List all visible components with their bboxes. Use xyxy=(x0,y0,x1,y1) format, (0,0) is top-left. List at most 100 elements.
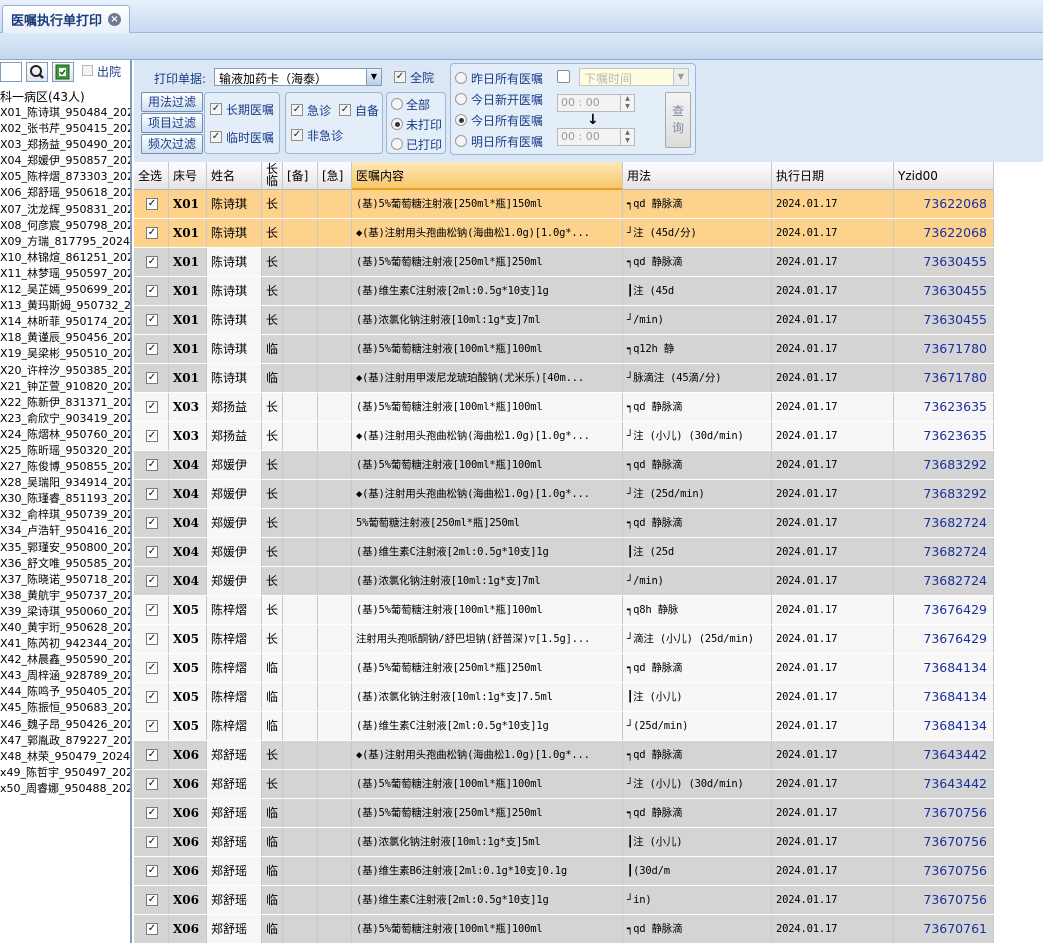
table-row[interactable]: ✓ X01 陈诗琪临 (基)5%葡萄糖注射液[100ml*瓶]100ml ┑q12h 静… xyxy=(134,335,994,364)
search-input[interactable] xyxy=(0,62,22,82)
start-time-spinner[interactable]: 00 : 00 ▲ ▼ xyxy=(557,94,635,112)
patient-list-item[interactable]: X32_俞梓琪_950739_2024 xyxy=(0,507,130,523)
col-urgent[interactable]: [急] xyxy=(318,162,352,190)
patient-list-item[interactable]: X10_林锦煊_861251_2024 xyxy=(0,250,130,266)
row-checkbox[interactable]: ✓ xyxy=(146,285,158,297)
patient-list-item[interactable]: X07_沈龙辉_950831_2024 xyxy=(0,202,130,218)
col-backup[interactable]: [备] xyxy=(283,162,318,190)
col-usage[interactable]: 用法 xyxy=(623,162,772,190)
table-row[interactable]: ✓ X01 陈诗琪长 (基)5%葡萄糖注射液[250ml*瓶]250ml ┑qd 静脉滴… xyxy=(134,248,994,277)
patient-list-item[interactable]: X22_陈新伊_831371_2024 xyxy=(0,395,130,411)
patient-list-item[interactable]: X20_许梓汐_950385_2024 xyxy=(0,363,130,379)
row-checkbox[interactable]: ✓ xyxy=(146,198,158,210)
table-row[interactable]: ✓ X06 郑舒瑶临 (基)5%葡萄糖注射液[250ml*瓶]250ml ┑qd 静脉滴… xyxy=(134,799,994,828)
row-checkbox[interactable]: ✓ xyxy=(146,720,158,732)
spin-down-icon[interactable]: ▼ xyxy=(620,137,634,145)
row-checkbox[interactable]: ✓ xyxy=(146,459,158,471)
yesterday-radio[interactable] xyxy=(455,72,467,84)
col-select-all[interactable]: 全选 xyxy=(134,162,169,190)
table-row[interactable]: ✓ X01 陈诗琪长 ◆(基)注射用头孢曲松钠(海曲松1.0g)[1.0g*... ┘注… xyxy=(134,219,994,248)
temporary-checkbox[interactable]: ✓ xyxy=(210,131,222,143)
row-checkbox[interactable]: ✓ xyxy=(146,691,158,703)
patient-list-item[interactable]: X05_陈梓熠_873303_2024 xyxy=(0,169,130,185)
row-checkbox[interactable]: ✓ xyxy=(146,923,158,935)
row-checkbox[interactable]: ✓ xyxy=(146,865,158,877)
table-row[interactable]: ✓ X03 郑扬益长 ◆(基)注射用头孢曲松钠(海曲松1.0g)[1.0g*... ┘注… xyxy=(134,422,994,451)
self-prep-checkbox[interactable]: ✓ xyxy=(339,104,351,116)
refresh-button[interactable] xyxy=(52,62,74,82)
row-checkbox[interactable]: ✓ xyxy=(146,430,158,442)
order-time-select[interactable]: 下嘱时间 ▼ xyxy=(579,68,689,86)
long-term-checkbox[interactable]: ✓ xyxy=(210,103,222,115)
patient-list-item[interactable]: X04_郑媛伊_950857_2024 xyxy=(0,153,130,169)
discharged-checkbox[interactable] xyxy=(82,65,93,76)
patient-list-item[interactable]: X43_周梓涵_928789_2024 xyxy=(0,668,130,684)
search-button[interactable] xyxy=(26,62,48,82)
patient-list-item[interactable]: X06_郑舒瑶_950618_2024 xyxy=(0,185,130,201)
row-checkbox[interactable]: ✓ xyxy=(146,343,158,355)
table-row[interactable]: ✓ X04 郑媛伊长 (基)浓氯化钠注射液[10ml:1g*支]7ml ┘/min) 20… xyxy=(134,567,994,596)
urgent-checkbox[interactable]: ✓ xyxy=(291,104,303,116)
print-form-select[interactable]: 输液加药卡（海泰） ▼ xyxy=(214,68,382,86)
all-radio[interactable] xyxy=(391,98,403,110)
table-row[interactable]: ✓ X05 陈梓熠临 (基)5%葡萄糖注射液[250ml*瓶]250ml ┑qd 静脉滴… xyxy=(134,654,994,683)
patient-list-item[interactable]: X46_魏子昂_950426_2024 xyxy=(0,717,130,733)
chevron-down-icon[interactable]: ▼ xyxy=(366,69,381,85)
tab-order-print[interactable]: 医嘱执行单打印 × xyxy=(2,5,130,33)
row-checkbox[interactable]: ✓ xyxy=(146,662,158,674)
col-name[interactable]: 姓名 xyxy=(207,162,262,190)
patient-list-item[interactable]: X34_卢浩轩_950416_2024 xyxy=(0,523,130,539)
row-checkbox[interactable]: ✓ xyxy=(146,256,158,268)
patient-list-item[interactable]: X35_郭瑾安_950800_2024 xyxy=(0,540,130,556)
patient-list-item[interactable]: X09_方瑞_817795_202401 xyxy=(0,234,130,250)
query-button[interactable]: 查 询 xyxy=(665,92,691,148)
col-yzid[interactable]: Yzid00 xyxy=(894,162,994,190)
patient-list-item[interactable]: X27_陈俊博_950855_2024 xyxy=(0,459,130,475)
patient-list-item[interactable]: x49_陈哲宇_950497_2024 xyxy=(0,765,130,781)
patient-list-item[interactable]: X39_梁诗琪_950060_2024 xyxy=(0,604,130,620)
tomorrow-radio[interactable] xyxy=(455,135,467,147)
patient-list-item[interactable]: X11_林梦瑶_950597_2024 xyxy=(0,266,130,282)
patient-list-item[interactable]: X21_钟芷萱_910820_2024 xyxy=(0,379,130,395)
patient-list-item[interactable]: X12_吴芷嫣_950699_2024 xyxy=(0,282,130,298)
patient-list-item[interactable]: X19_吴梁彬_950510_2024 xyxy=(0,346,130,362)
table-row[interactable]: ✓ X05 陈梓熠临 (基)浓氯化钠注射液[10ml:1g*支]7.5ml ┃注 (小儿… xyxy=(134,683,994,712)
col-type[interactable]: 长 临 xyxy=(262,162,283,190)
ward-label[interactable]: 科一病区(43人) xyxy=(0,88,85,105)
all-hospital-checkbox[interactable]: ✓ xyxy=(394,71,406,83)
table-row[interactable]: ✓ X06 郑舒瑶临 (基)浓氯化钠注射液[10ml:1g*支]5ml ┃注 (小儿) 2… xyxy=(134,828,994,857)
item-filter-button[interactable]: 项目过滤 xyxy=(141,113,203,133)
row-checkbox[interactable]: ✓ xyxy=(146,517,158,529)
table-row[interactable]: ✓ X05 陈梓熠临 (基)维生素C注射液[2ml:0.5g*10支]1g ┘(25d/… xyxy=(134,712,994,741)
spin-up-icon[interactable]: ▲ xyxy=(620,95,634,103)
row-checkbox[interactable]: ✓ xyxy=(146,401,158,413)
row-checkbox[interactable]: ✓ xyxy=(146,372,158,384)
table-row[interactable]: ✓ X06 郑舒瑶长 ◆(基)注射用头孢曲松钠(海曲松1.0g)[1.0g*... ┑q… xyxy=(134,741,994,770)
patient-list-item[interactable]: X18_黄谨辰_950456_2024 xyxy=(0,330,130,346)
table-row[interactable]: ✓ X01 陈诗琪临 ◆(基)注射用甲泼尼龙琥珀酸钠(尤米乐)[40m... ┘脉滴注 … xyxy=(134,364,994,393)
patient-list-item[interactable]: X28_吴瑞阳_934914_2024 xyxy=(0,475,130,491)
chevron-down-icon[interactable]: ▼ xyxy=(673,69,688,85)
patient-list-item[interactable]: X40_黄宇珩_950628_2024 xyxy=(0,620,130,636)
patient-list-item[interactable]: X02_张书芹_950415_2024 xyxy=(0,121,130,137)
patient-list-item[interactable]: X36_舒文唯_950585_2024 xyxy=(0,556,130,572)
today-new-radio[interactable] xyxy=(455,93,467,105)
printed-radio[interactable] xyxy=(391,138,403,150)
table-row[interactable]: ✓ X06 郑舒瑶长 (基)5%葡萄糖注射液[100ml*瓶]100ml ┘注 (小儿)… xyxy=(134,770,994,799)
patient-list-item[interactable]: X42_林晨鑫_950590_2024 xyxy=(0,652,130,668)
table-row[interactable]: ✓ X04 郑媛伊长 (基)维生素C注射液[2ml:0.5g*10支]1g ┃注 (25… xyxy=(134,538,994,567)
non-urgent-checkbox[interactable]: ✓ xyxy=(291,129,303,141)
row-checkbox[interactable]: ✓ xyxy=(146,807,158,819)
row-checkbox[interactable]: ✓ xyxy=(146,778,158,790)
today-all-radio[interactable] xyxy=(455,114,467,126)
patient-list-item[interactable]: X47_郭胤政_879227_2024 xyxy=(0,733,130,749)
patient-list-item[interactable]: X08_何彦宸_950798_2024 xyxy=(0,218,130,234)
row-checkbox[interactable]: ✓ xyxy=(146,227,158,239)
patient-list-item[interactable]: X01_陈诗琪_950484_2024 xyxy=(0,105,130,121)
table-row[interactable]: ✓ X06 郑舒瑶临 (基)维生素C注射液[2ml:0.5g*10支]1g ┘in) 20… xyxy=(134,886,994,915)
table-row[interactable]: ✓ X04 郑媛伊长 ◆(基)注射用头孢曲松钠(海曲松1.0g)[1.0g*... ┘注… xyxy=(134,480,994,509)
row-checkbox[interactable]: ✓ xyxy=(146,575,158,587)
table-row[interactable]: ✓ X04 郑媛伊长 5%葡萄糖注射液[250ml*瓶]250ml ┑qd 静脉滴 202… xyxy=(134,509,994,538)
row-checkbox[interactable]: ✓ xyxy=(146,604,158,616)
spin-up-icon[interactable]: ▲ xyxy=(620,129,634,137)
